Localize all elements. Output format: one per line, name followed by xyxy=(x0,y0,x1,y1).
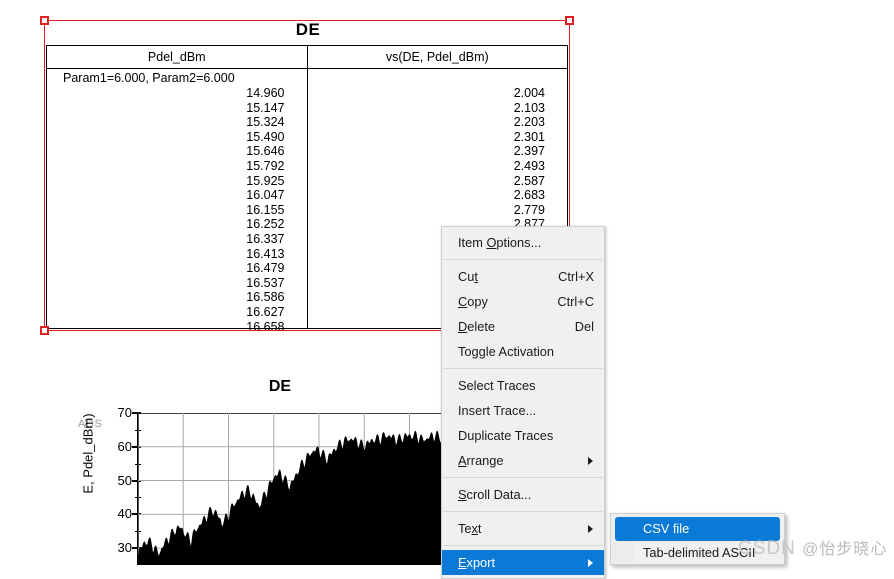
table-title: DE xyxy=(295,20,321,39)
watermark-brand: CSDN xyxy=(738,538,803,559)
menu-item-label: Duplicate Traces xyxy=(458,428,554,443)
menu-item-copy[interactable]: Copy Ctrl+C xyxy=(442,289,604,314)
table-cell-pdel: 15.490 xyxy=(246,129,285,144)
menu-item-select-traces[interactable]: Select Traces xyxy=(442,373,604,398)
table-cell-pdel: 16.337 xyxy=(246,231,285,246)
table-cell-de: 2.683 xyxy=(513,188,545,203)
table-cell-pdel: 14.960 xyxy=(246,86,285,100)
menu-item-label: Cu xyxy=(458,269,475,284)
table-cell-pdel: 16.252 xyxy=(246,217,285,232)
table-cell-pdel: 16.537 xyxy=(246,275,285,290)
chart-title: DE xyxy=(268,378,292,395)
menu-item-label-post: croll Data... xyxy=(466,487,532,502)
table-cell-de: 2.203 xyxy=(513,115,545,130)
table-cell-de: 2.587 xyxy=(513,173,545,188)
table-cell-de: 2.004 xyxy=(513,86,545,100)
submenu-arrow-icon xyxy=(588,559,593,567)
menu-item-label-post: ptions... xyxy=(496,235,542,250)
table-cell-pdel: 15.792 xyxy=(246,158,285,173)
table-cell-pdel: 16.155 xyxy=(246,202,285,217)
menu-item-label-post: t xyxy=(477,521,482,536)
menu-item-mnemonic: t xyxy=(474,269,478,284)
table-cell-pdel: 16.479 xyxy=(246,261,285,276)
menu-item-label-post: elete xyxy=(467,319,495,334)
table-column-pdel: Param1=6.000, Param2=6.000 14.960 15.147 1… xyxy=(47,69,308,334)
menu-item-label: Te xyxy=(458,521,472,536)
menu-item-mnemonic: A xyxy=(458,453,467,468)
menu-separator xyxy=(443,368,603,369)
menu-item-label-post: xport xyxy=(466,555,495,570)
menu-separator xyxy=(443,545,603,546)
menu-item-toggle-activation[interactable]: Toggle Activation xyxy=(442,339,604,364)
menu-item-scroll-data[interactable]: Scroll Data... xyxy=(442,482,604,507)
menu-separator xyxy=(443,477,603,478)
csdn-watermark: CSDN @怡步晓心 xyxy=(738,535,887,560)
table-cell-pdel: 16.658 xyxy=(246,319,285,334)
column-header-de: vs(DE, Pdel_dBm) xyxy=(385,50,489,64)
table-cell-pdel: 16.047 xyxy=(246,188,285,203)
menu-separator xyxy=(443,511,603,512)
menu-item-item-options[interactable]: Item Options... xyxy=(442,230,604,255)
table-cell-pdel: 15.324 xyxy=(246,115,285,130)
menu-item-mnemonic: O xyxy=(486,235,497,250)
menu-item-cut[interactable]: Cut Ctrl+X xyxy=(442,264,604,289)
de-column-spacer xyxy=(308,71,568,86)
menu-item-insert-trace[interactable]: Insert Trace... xyxy=(442,398,604,423)
menu-item-export[interactable]: Export xyxy=(442,550,604,575)
watermark-handle: @怡步晓心 xyxy=(802,541,888,558)
menu-item-mnemonic: E xyxy=(458,555,467,570)
table-cell-pdel: 15.147 xyxy=(246,100,285,115)
y-tick-label: 60 xyxy=(117,438,132,454)
table-cell-pdel: 16.627 xyxy=(246,304,285,319)
pdel-value-list: 14.960 15.147 15.324 15.490 15.646 15.792 15.9… xyxy=(47,86,307,334)
submenu-arrow-icon xyxy=(588,525,593,533)
menu-item-mnemonic: C xyxy=(458,294,468,309)
y-tick-label: 50 xyxy=(117,472,132,488)
table-cell-pdel: 16.413 xyxy=(246,246,285,261)
menu-item-label: Select Traces xyxy=(458,378,536,393)
y-axis-ticks: 30 40 50 60 70 xyxy=(92,405,141,565)
menu-item-mnemonic: S xyxy=(458,487,467,502)
sweep-label: Param1=6.000, Param2=6.000 xyxy=(63,71,235,85)
de-value-list: 2.004 2.103 2.203 2.301 2.397 2.493 2.587 2.683… xyxy=(308,86,568,232)
table-header-row: Pdel_dBm vs(DE, Pdel_dBm) xyxy=(47,46,567,69)
menu-item-duplicate-traces[interactable]: Duplicate Traces xyxy=(442,423,604,448)
table-cell-pdel: 16.586 xyxy=(246,290,285,305)
column-header-pdel: Pdel_dBm xyxy=(47,46,308,68)
table-cell-de: 2.397 xyxy=(513,144,545,159)
menu-item-delete[interactable]: Delete Del xyxy=(442,314,604,339)
menu-item-text[interactable]: Text xyxy=(442,516,604,541)
chart-plot[interactable]: DE ADS E, Pdel_dBm) 30 40 50 60 70 xyxy=(60,378,500,565)
y-tick-label: 70 xyxy=(117,405,132,420)
table-cell-pdel: 15.925 xyxy=(246,173,285,188)
table-cell-pdel: 15.646 xyxy=(246,144,285,159)
table-cell-de: 2.301 xyxy=(513,129,545,144)
context-menu[interactable]: Item Options... Cut Ctrl+X Copy Ctrl+C Delete… xyxy=(441,226,605,579)
y-tick-label: 30 xyxy=(117,540,132,556)
menu-item-shortcut: Del xyxy=(574,319,594,334)
menu-item-label: Toggle Activation xyxy=(458,344,555,359)
menu-item-mnemonic: D xyxy=(458,319,468,334)
table-cell-de: 2.779 xyxy=(513,202,545,217)
menu-separator xyxy=(443,259,603,260)
submenu-arrow-icon xyxy=(588,457,593,465)
menu-item-label-post: opy xyxy=(467,294,488,309)
menu-item-label: Item xyxy=(458,235,487,250)
menu-item-shortcut: Ctrl+X xyxy=(558,269,594,284)
menu-item-shortcut: Ctrl+C xyxy=(557,294,594,309)
table-cell-de: 2.493 xyxy=(513,158,545,173)
menu-item-label-post: rrange xyxy=(466,453,504,468)
y-tick-label: 40 xyxy=(117,506,132,522)
menu-item-label: Insert Trace... xyxy=(458,403,537,418)
table-cell-de: 2.103 xyxy=(513,100,545,115)
menu-item-arrange[interactable]: Arrange xyxy=(442,448,604,473)
